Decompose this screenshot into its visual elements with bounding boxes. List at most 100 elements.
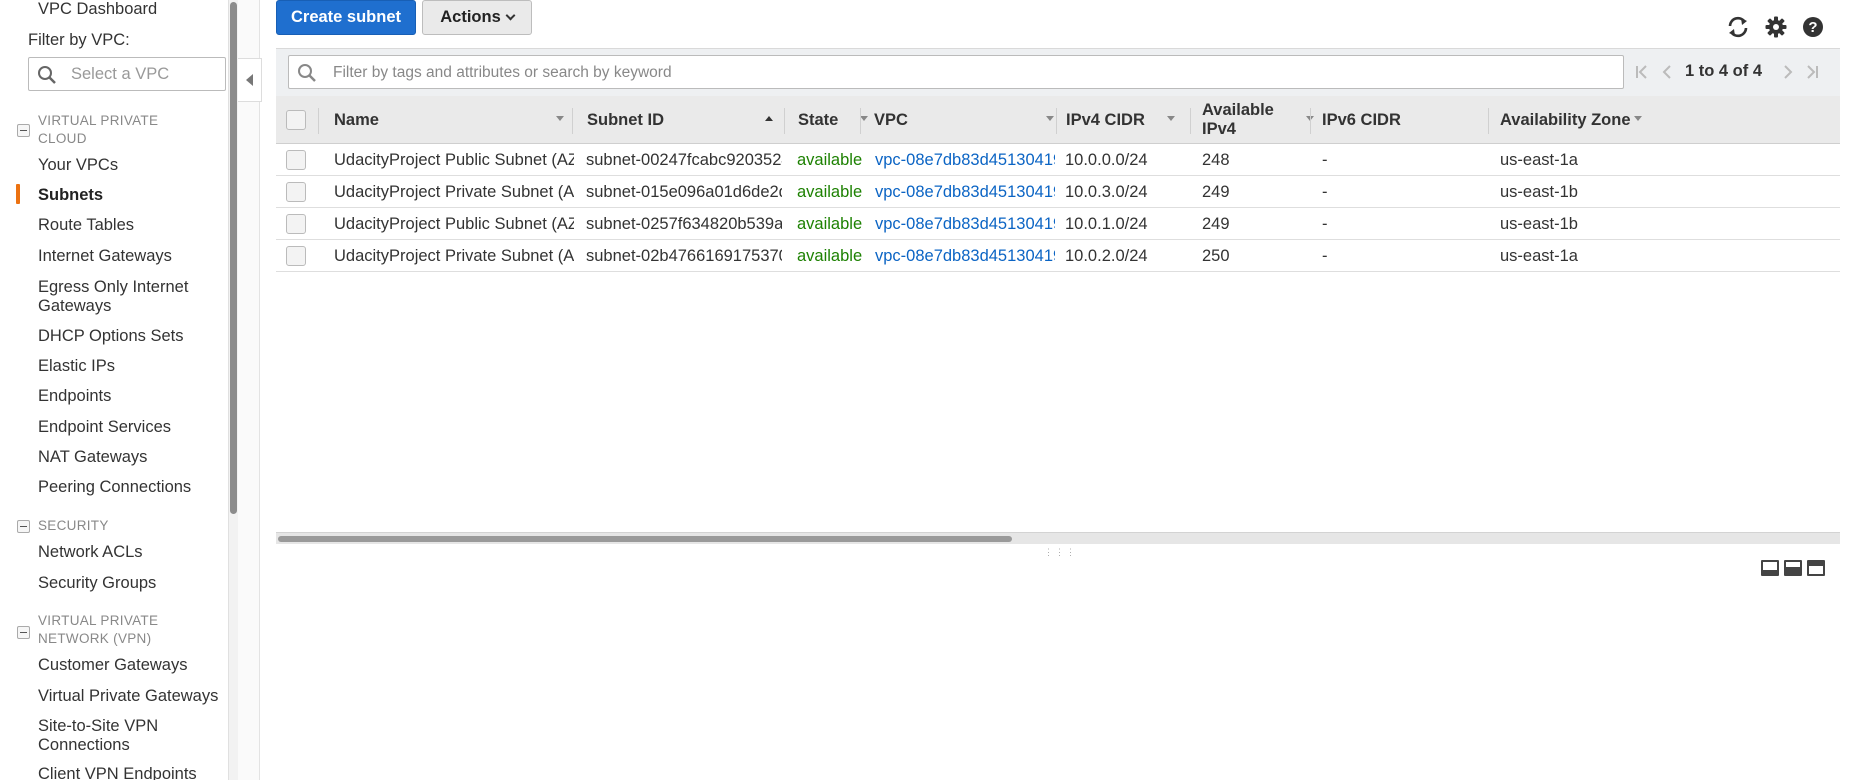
sidebar: VPC Dashboard Filter by VPC: Select a VP…	[0, 0, 228, 780]
cell-state: available	[797, 215, 863, 233]
help-icon[interactable]: ?	[1801, 15, 1825, 39]
cell-name: UdacityProject Private Subnet (AZ2)	[334, 183, 574, 201]
cell-subnet-id: subnet-015e096a01d6de2de	[586, 183, 782, 201]
search-input[interactable]: Filter by tags and attributes or search …	[288, 55, 1624, 89]
main-content: Create subnet Actions ? Filter by tags a…	[276, 0, 1852, 780]
cell-availability-zone: us-east-1a	[1500, 151, 1578, 169]
sidebar-item-endpoint-services[interactable]: Endpoint Services	[38, 418, 171, 437]
column-label: Name	[334, 110, 379, 129]
pane-top-icon[interactable]	[1807, 560, 1825, 576]
cell-state: available	[797, 183, 863, 201]
sidebar-item-network-acls[interactable]: Network ACLs	[38, 543, 143, 562]
sidebar-item-security-groups[interactable]: Security Groups	[38, 574, 156, 593]
first-page-icon[interactable]	[1632, 61, 1652, 83]
sort-icon	[556, 116, 564, 121]
collapse-section-icon[interactable]	[17, 124, 30, 137]
sidebar-item-endpoints[interactable]: Endpoints	[38, 387, 111, 406]
column-label: Availability Zone	[1500, 110, 1631, 129]
vpc-select[interactable]: Select a VPC	[28, 57, 226, 91]
section-title-vpc: VIRTUAL PRIVATE CLOUD	[38, 112, 158, 148]
actions-label: Actions	[440, 8, 501, 26]
table-row[interactable]: UdacityProject Private Subnet (AZ1) subn…	[276, 241, 1840, 272]
table-header: Name Subnet ID State VPC IPv4 CIDR Avail…	[276, 96, 1840, 144]
prev-page-icon[interactable]	[1657, 61, 1677, 83]
vpc-link[interactable]: vpc-08e7db83d45130419 ...	[875, 145, 1055, 176]
sidebar-item-egress-only-internet-gateways[interactable]: Egress Only Internet Gateways	[38, 278, 188, 316]
vpc-link[interactable]: vpc-08e7db83d45130419 ...	[875, 177, 1055, 208]
sidebar-item-nat-gateways[interactable]: NAT Gateways	[38, 448, 147, 467]
horizontal-scroll-thumb[interactable]	[278, 536, 1012, 542]
section-title-security: SECURITY	[38, 518, 109, 533]
row-checkbox[interactable]	[286, 246, 306, 266]
sidebar-item-route-tables[interactable]: Route Tables	[38, 216, 134, 235]
vpc-link[interactable]: vpc-08e7db83d45130419 ...	[875, 241, 1055, 272]
section-title-line: NETWORK (VPN)	[38, 631, 152, 646]
column-header-vpc[interactable]: VPC	[874, 96, 1054, 144]
column-divider	[572, 108, 573, 134]
sidebar-item-site-to-site-vpn[interactable]: Site-to-Site VPN Connections	[38, 717, 158, 755]
sidebar-edge	[238, 0, 260, 780]
horizontal-scrollbar[interactable]	[276, 532, 1840, 544]
collapse-sidebar-icon[interactable]	[238, 58, 262, 102]
column-header-name[interactable]: Name	[334, 96, 574, 144]
sort-icon	[1167, 116, 1175, 121]
sidebar-item-virtual-private-gateways[interactable]: Virtual Private Gateways	[38, 687, 218, 706]
column-header-subnet-id[interactable]: Subnet ID	[587, 96, 783, 144]
sidebar-item-client-vpn-endpoints[interactable]: Client VPN Endpoints	[38, 765, 197, 780]
column-header-ipv4-cidr[interactable]: IPv4 CIDR	[1066, 96, 1176, 144]
nav-label-line: Gateways	[38, 297, 112, 315]
sidebar-item-internet-gateways[interactable]: Internet Gateways	[38, 247, 172, 266]
nav-label-line: Egress Only Internet	[38, 278, 189, 296]
last-page-icon[interactable]	[1802, 61, 1822, 83]
actions-button[interactable]: Actions	[422, 0, 532, 35]
collapse-section-icon[interactable]	[17, 520, 30, 533]
cell-state: available	[797, 247, 863, 265]
table-row[interactable]: UdacityProject Private Subnet (AZ2) subn…	[276, 177, 1840, 208]
pane-bottom-icon[interactable]	[1761, 560, 1779, 576]
table-row[interactable]: UdacityProject Public Subnet (AZ2) subne…	[276, 209, 1840, 240]
sort-ascending-icon	[765, 116, 773, 121]
cell-ipv6-cidr: -	[1322, 247, 1328, 265]
column-label: Subnet ID	[587, 110, 664, 129]
column-header-available-ipv4[interactable]: Available IPv4	[1202, 96, 1314, 144]
split-pane-handle[interactable]: ⋮⋮⋮	[1044, 547, 1077, 558]
sidebar-scroll-thumb[interactable]	[230, 2, 237, 514]
sidebar-item-your-vpcs[interactable]: Your VPCs	[38, 156, 118, 175]
column-header-availability-zone[interactable]: Availability Zone	[1500, 96, 1642, 144]
column-divider	[318, 108, 319, 134]
sidebar-item-vpc-dashboard[interactable]: VPC Dashboard	[38, 0, 157, 19]
sidebar-item-customer-gateways[interactable]: Customer Gateways	[38, 656, 187, 675]
cell-ipv6-cidr: -	[1322, 151, 1328, 169]
search-icon	[297, 63, 317, 88]
cell-ipv4-cidr: 10.0.0.0/24	[1065, 151, 1148, 169]
next-page-icon[interactable]	[1778, 61, 1798, 83]
cell-ipv6-cidr: -	[1322, 183, 1328, 201]
sidebar-item-subnets[interactable]: Subnets	[38, 186, 103, 205]
cell-subnet-id: subnet-0257f634820b539a9	[586, 215, 782, 233]
column-header-ipv6-cidr[interactable]: IPv6 CIDR	[1322, 96, 1482, 144]
sidebar-item-peering-connections[interactable]: Peering Connections	[38, 478, 191, 497]
refresh-icon[interactable]	[1726, 15, 1750, 39]
vpc-link[interactable]: vpc-08e7db83d45130419 ...	[875, 209, 1055, 240]
cell-availability-zone: us-east-1b	[1500, 215, 1578, 233]
cell-name: UdacityProject Public Subnet (AZ2)	[334, 215, 574, 233]
cell-name: UdacityProject Private Subnet (AZ1)	[334, 247, 574, 265]
create-subnet-button[interactable]: Create subnet	[276, 0, 416, 35]
sidebar-scrollbar[interactable]	[228, 0, 238, 780]
sidebar-item-dhcp-options-sets[interactable]: DHCP Options Sets	[38, 327, 184, 346]
gear-icon[interactable]	[1764, 15, 1788, 39]
cell-subnet-id: subnet-02b4766169175370d	[586, 247, 782, 265]
sort-icon	[1046, 116, 1054, 121]
row-checkbox[interactable]	[286, 150, 306, 170]
table-row[interactable]: UdacityProject Public Subnet (AZ1) subne…	[276, 145, 1840, 176]
collapse-section-icon[interactable]	[17, 626, 30, 639]
cell-availability-zone: us-east-1a	[1500, 247, 1578, 265]
row-checkbox[interactable]	[286, 182, 306, 202]
cell-subnet-id: subnet-00247fcabc9203524	[586, 151, 782, 169]
search-icon	[37, 65, 57, 90]
pane-split-icon[interactable]	[1784, 560, 1802, 576]
pagination-text: 1 to 4 of 4	[1685, 62, 1763, 80]
sidebar-item-elastic-ips[interactable]: Elastic IPs	[38, 357, 115, 376]
row-checkbox[interactable]	[286, 214, 306, 234]
select-all-checkbox[interactable]	[286, 110, 306, 130]
